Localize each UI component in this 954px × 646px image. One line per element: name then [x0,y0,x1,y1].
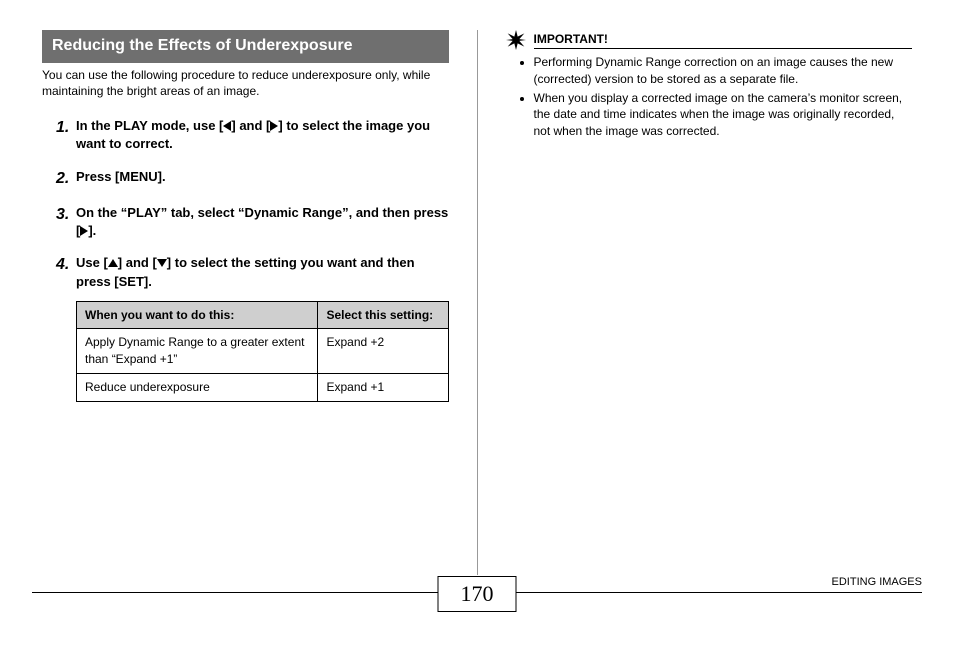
page-number: 170 [438,576,517,612]
step-4: 4. Use [] and [] to select the setting y… [42,254,449,402]
important-header: IMPORTANT! [506,30,913,50]
right-column: IMPORTANT! Performing Dynamic Range corr… [478,30,923,575]
table-header-action: When you want to do this: [77,301,318,329]
table-header-setting: Select this setting: [318,301,448,329]
step-text: Use [] and [] to select the setting you … [76,254,449,402]
step-2: 2. Press [MENU]. [42,168,449,190]
table-cell-setting: Expand +2 [318,329,448,374]
table-cell-action: Apply Dynamic Range to a greater extent … [77,329,318,374]
important-notes: Performing Dynamic Range correction on a… [506,54,913,140]
text-fragment: In the PLAY mode, use [ [76,118,223,133]
right-arrow-icon [80,226,88,236]
procedure-steps: 1. In the PLAY mode, use [] and [] to se… [42,117,449,402]
step-1: 1. In the PLAY mode, use [] and [] to se… [42,117,449,153]
step-number: 4. [42,254,76,402]
note-item: When you display a corrected image on th… [534,90,913,140]
step-number: 1. [42,117,76,153]
text-fragment: ]. [88,223,96,238]
right-arrow-icon [270,121,278,131]
up-arrow-icon [108,259,118,267]
important-label: IMPORTANT! [534,32,913,49]
left-arrow-icon [223,121,231,131]
step-number: 2. [42,168,76,190]
burst-icon [506,30,526,50]
settings-table: When you want to do this: Select this se… [76,301,449,402]
intro-text: You can use the following procedure to r… [42,67,449,99]
chapter-label: EDITING IMAGES [826,576,922,588]
table-row: Reduce underexposure Expand +1 [77,374,449,402]
step-text: In the PLAY mode, use [] and [] to selec… [76,117,449,153]
text-fragment: ] and [ [118,255,157,270]
step-number: 3. [42,204,76,240]
down-arrow-icon [157,259,167,267]
page-footer: EDITING IMAGES 170 [32,582,922,632]
step-text: On the “PLAY” tab, select “Dynamic Range… [76,204,449,240]
table-cell-setting: Expand +1 [318,374,448,402]
step-3: 3. On the “PLAY” tab, select “Dynamic Ra… [42,204,449,240]
note-item: Performing Dynamic Range correction on a… [534,54,913,88]
text-fragment: ] and [ [231,118,270,133]
table-cell-action: Reduce underexposure [77,374,318,402]
step-text: Press [MENU]. [76,168,449,190]
section-title: Reducing the Effects of Underexposure [42,30,449,63]
left-column: Reducing the Effects of Underexposure Yo… [32,30,477,575]
table-row: Apply Dynamic Range to a greater extent … [77,329,449,374]
text-fragment: Use [ [76,255,108,270]
text-fragment: On the “PLAY” tab, select “Dynamic Range… [76,205,448,238]
